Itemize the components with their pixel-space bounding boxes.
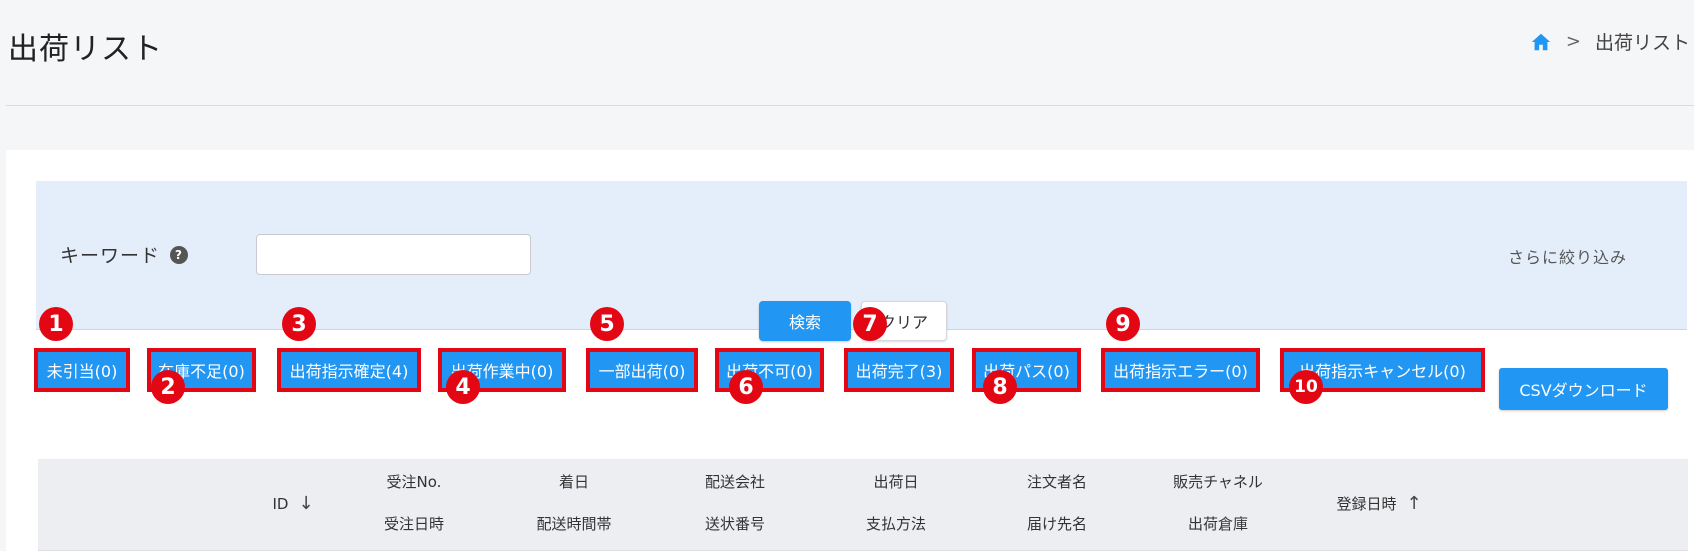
csv-download-button[interactable]: CSVダウンロード	[1499, 368, 1668, 410]
column-header-ship-date[interactable]: 出荷日	[873, 471, 918, 492]
column-header-warehouse[interactable]: 出荷倉庫	[1188, 513, 1248, 534]
status-button-partial[interactable]: 一部出荷(0)	[586, 348, 698, 392]
page-header: 出荷リスト > 出荷リスト	[0, 0, 1694, 106]
keyword-label: キーワード ?	[60, 241, 189, 268]
table-header: ID ↓ 受注No. 受注日時 着日 配送時間帯 配送会社 送状番号 出荷日 支払…	[38, 459, 1688, 551]
search-button[interactable]: 検索	[759, 301, 851, 341]
column-header-created-at[interactable]: 登録日時 ↑	[1336, 493, 1421, 514]
status-button-instruction-confirmed[interactable]: 出荷指示確定(4)	[277, 348, 421, 392]
annotation-badge: 8	[983, 370, 1017, 404]
annotation-badge: 3	[282, 307, 316, 341]
breadcrumb-current: 出荷リスト	[1594, 32, 1690, 54]
home-icon[interactable]	[1530, 31, 1552, 53]
status-button-unallocated[interactable]: 未引当(0)	[34, 348, 130, 392]
annotation-badge: 1	[39, 307, 73, 341]
annotation-badge: 5	[590, 307, 624, 341]
more-filters-link[interactable]: さらに絞り込み	[1508, 244, 1627, 268]
column-header-arrival-date[interactable]: 着日	[559, 471, 589, 492]
column-header-id[interactable]: ID ↓	[272, 493, 313, 514]
column-header-orderer[interactable]: 注文者名	[1027, 471, 1087, 492]
breadcrumb-separator: >	[1565, 31, 1581, 52]
status-button-completed[interactable]: 出荷完了(3)	[844, 348, 954, 392]
annotation-badge: 9	[1106, 307, 1140, 341]
column-header-id-label: ID	[272, 495, 289, 513]
column-header-recipient[interactable]: 届け先名	[1027, 513, 1087, 534]
help-icon[interactable]: ?	[170, 245, 189, 264]
page-title: 出荷リスト	[8, 32, 163, 67]
column-header-channel[interactable]: 販売チャネル	[1173, 471, 1263, 492]
annotation-badge: 4	[446, 370, 480, 404]
column-header-carrier[interactable]: 配送会社	[705, 471, 765, 492]
header-divider	[6, 105, 1694, 106]
column-header-order-no[interactable]: 受注No.	[387, 471, 442, 492]
shipment-list-card: キーワード ? さらに絞り込み 検索 クリア 未引当(0) 在庫不足(0) 出荷…	[6, 150, 1694, 551]
column-header-payment[interactable]: 支払方法	[866, 513, 926, 534]
column-header-tracking-no[interactable]: 送状番号	[705, 513, 765, 534]
keyword-input[interactable]	[256, 234, 531, 275]
keyword-label-text: キーワード	[60, 245, 161, 267]
status-button-instruction-error[interactable]: 出荷指示エラー(0)	[1101, 348, 1260, 392]
annotation-badge: 10	[1289, 370, 1323, 404]
column-header-created-at-label: 登録日時	[1336, 495, 1397, 513]
annotation-badge: 6	[729, 370, 763, 404]
annotation-badge: 2	[151, 370, 185, 404]
search-panel: キーワード ? さらに絞り込み 検索 クリア	[36, 181, 1687, 341]
breadcrumb: > 出荷リスト	[1530, 28, 1690, 55]
column-header-order-date[interactable]: 受注日時	[384, 513, 444, 534]
column-header-delivery-time[interactable]: 配送時間帯	[536, 513, 611, 534]
sort-desc-icon[interactable]: ↓	[298, 493, 313, 514]
annotation-badge: 7	[853, 307, 887, 341]
sort-asc-icon[interactable]: ↑	[1406, 493, 1421, 514]
